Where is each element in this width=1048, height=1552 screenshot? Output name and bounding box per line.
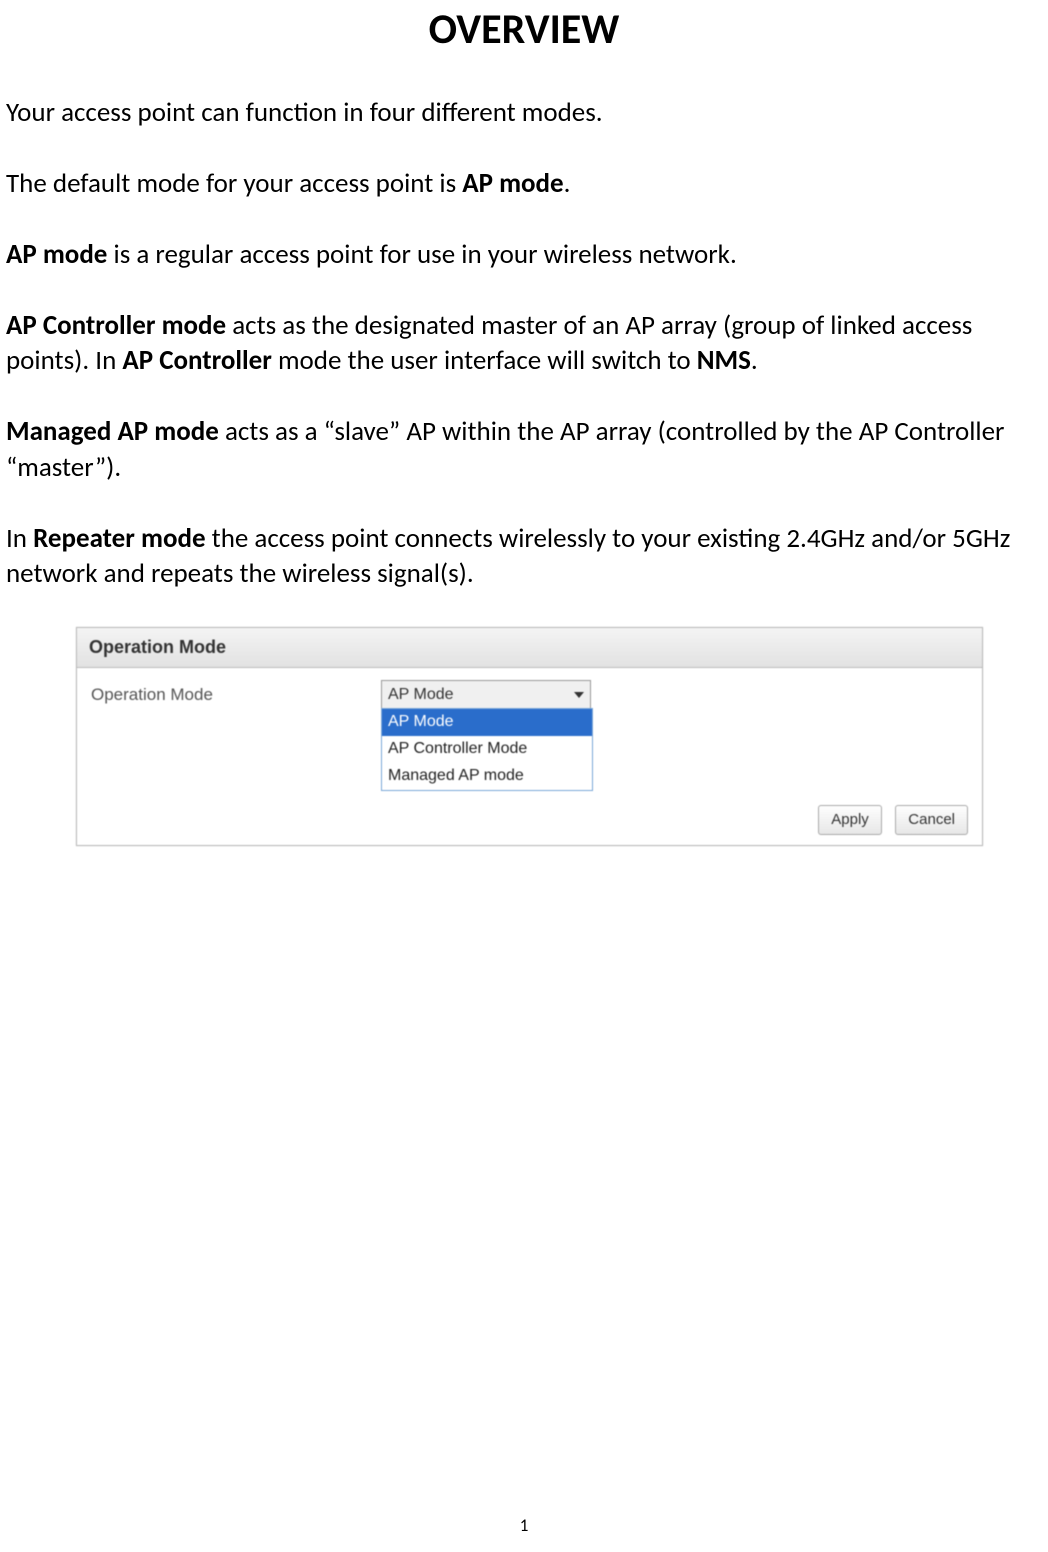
- operation-mode-label: Operation Mode: [91, 680, 251, 706]
- operation-mode-select[interactable]: AP Mode AP Mode AP Controller Mode Manag…: [381, 680, 591, 710]
- text: The default mode for your access point i…: [6, 167, 462, 200]
- ap-mode-paragraph: AP mode is a regular access point for us…: [6, 237, 1042, 272]
- select-dropdown: AP Mode AP Controller Mode Managed AP mo…: [381, 708, 593, 790]
- panel-header: Operation Mode: [77, 628, 982, 668]
- text: mode the user interface will switch to: [272, 344, 697, 377]
- managed-ap-paragraph: Managed AP mode acts as a “slave” AP wit…: [6, 414, 1042, 484]
- select-option-managed-ap-mode[interactable]: Managed AP mode: [382, 763, 592, 790]
- cancel-button[interactable]: Cancel: [895, 805, 968, 835]
- text: is a regular access point for use in you…: [107, 238, 736, 271]
- select-option-ap-mode[interactable]: AP Mode: [382, 709, 592, 736]
- ap-controller-mode-bold: AP Controller mode: [6, 309, 226, 342]
- text: .: [564, 167, 571, 200]
- ap-mode-bold: AP mode: [6, 238, 107, 271]
- document-body: Your access point can function in four d…: [0, 95, 1048, 846]
- apply-button[interactable]: Apply: [818, 805, 882, 835]
- text: In: [6, 522, 33, 555]
- repeater-mode-bold: Repeater mode: [33, 522, 205, 555]
- default-mode-paragraph: The default mode for your access point i…: [6, 166, 1042, 201]
- ap-mode-bold: AP mode: [462, 167, 563, 200]
- nms-bold: NMS: [697, 344, 751, 377]
- operation-mode-panel: Operation Mode Operation Mode AP Mode AP…: [76, 627, 983, 846]
- repeater-paragraph: In Repeater mode the access point connec…: [6, 521, 1042, 591]
- text: .: [751, 344, 758, 377]
- managed-ap-mode-bold: Managed AP mode: [6, 415, 219, 448]
- page-number: 1: [0, 1515, 1048, 1536]
- select-option-ap-controller-mode[interactable]: AP Controller Mode: [382, 736, 592, 763]
- page-title: OVERVIEW: [0, 0, 1048, 55]
- ap-controller-paragraph: AP Controller mode acts as the designate…: [6, 308, 1042, 378]
- intro-paragraph: Your access point can function in four d…: [6, 95, 1042, 130]
- ap-controller-bold: AP Controller: [122, 344, 271, 377]
- select-selected-value[interactable]: AP Mode: [381, 680, 591, 710]
